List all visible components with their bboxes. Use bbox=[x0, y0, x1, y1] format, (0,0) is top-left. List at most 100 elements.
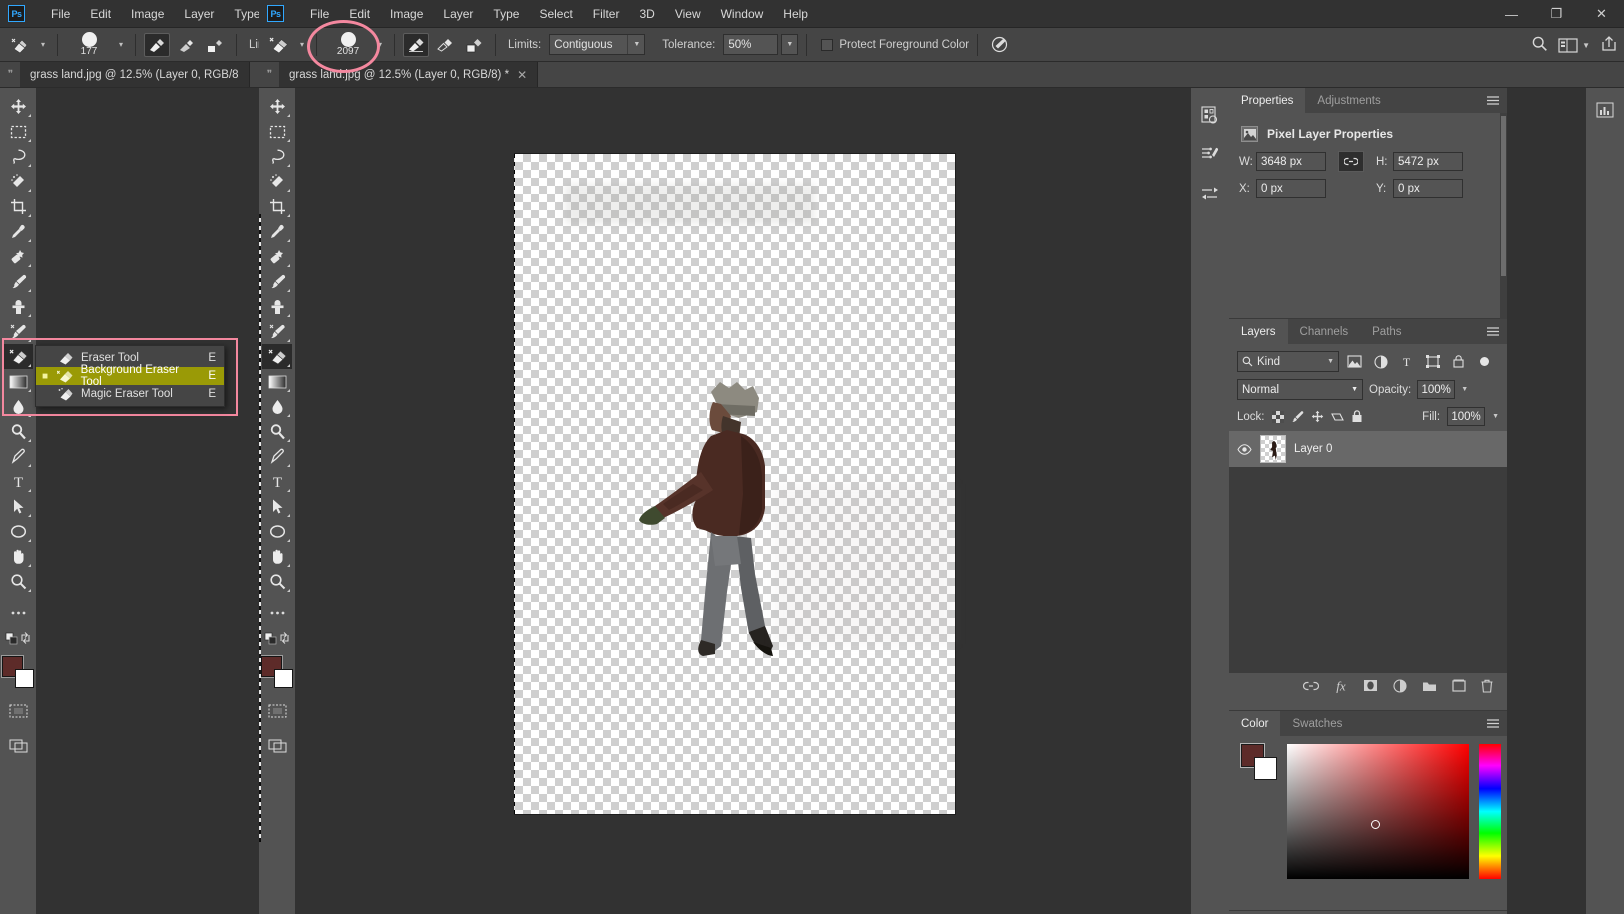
gradient-tool[interactable] bbox=[262, 369, 292, 394]
libraries-icon[interactable] bbox=[1197, 102, 1223, 126]
y-input[interactable]: 0 px bbox=[1393, 179, 1463, 198]
screen-mode-icon[interactable] bbox=[262, 733, 292, 758]
x-input[interactable]: 0 px bbox=[1256, 179, 1326, 198]
link-constrain-icon[interactable] bbox=[1338, 151, 1364, 172]
height-input[interactable]: 5472 px bbox=[1393, 152, 1463, 171]
back-sampling-once-button[interactable] bbox=[173, 33, 199, 57]
close-document-icon[interactable]: ✕ bbox=[517, 68, 527, 82]
color-panel-menu-icon[interactable] bbox=[1486, 711, 1500, 736]
tab-color[interactable]: Color bbox=[1229, 711, 1280, 736]
tab-adjustments[interactable]: Adjustments bbox=[1305, 88, 1392, 113]
layer-kind-filter[interactable]: Kind ▼ bbox=[1237, 351, 1339, 372]
minimize-button[interactable]: — bbox=[1489, 0, 1534, 28]
limits-dropdown[interactable]: Contiguous ▼ bbox=[549, 34, 645, 55]
menu-layer[interactable]: Layer bbox=[433, 3, 483, 25]
layer-visibility-icon[interactable] bbox=[1237, 444, 1252, 455]
protect-foreground-color-row[interactable]: Protect Foreground Color bbox=[821, 39, 969, 51]
pen-tool[interactable] bbox=[262, 444, 292, 469]
filter-shape-icon[interactable] bbox=[1422, 351, 1443, 372]
lasso-tool[interactable] bbox=[3, 144, 33, 169]
tab-swatches[interactable]: Swatches bbox=[1280, 711, 1354, 736]
tab-paths[interactable]: Paths bbox=[1360, 319, 1413, 344]
screen-mode-icon[interactable] bbox=[3, 733, 33, 758]
lock-image-pixels-icon[interactable] bbox=[1291, 410, 1304, 423]
fill-value[interactable]: 100% bbox=[1447, 407, 1485, 426]
brushes-icon[interactable] bbox=[1197, 182, 1223, 206]
menu-help[interactable]: Help bbox=[773, 3, 818, 25]
eyedropper-tool[interactable] bbox=[3, 219, 33, 244]
lock-transparent-pixels-icon[interactable] bbox=[1272, 411, 1284, 423]
properties-panel-menu-icon[interactable] bbox=[1486, 88, 1500, 113]
background-eraser-tool-icon[interactable] bbox=[6, 32, 34, 58]
tolerance-field[interactable]: 50% bbox=[723, 34, 778, 55]
layer-thumbnail[interactable] bbox=[1260, 435, 1286, 463]
width-input[interactable]: 3648 px bbox=[1256, 152, 1326, 171]
background-color-swatch[interactable] bbox=[15, 669, 34, 688]
menu-file[interactable]: File bbox=[300, 3, 339, 25]
zoom-tool[interactable] bbox=[3, 569, 33, 594]
quick-mask-icon[interactable] bbox=[3, 698, 33, 723]
move-tool[interactable] bbox=[262, 94, 292, 119]
back-tool-preset-chevron-icon[interactable]: ▾ bbox=[37, 40, 49, 49]
foreground-background-color-swatches[interactable] bbox=[2, 656, 34, 688]
menu-image[interactable]: Image bbox=[121, 3, 174, 25]
pressure-size-toggle-icon[interactable] bbox=[986, 33, 1012, 57]
tab-properties[interactable]: Properties bbox=[1229, 88, 1305, 113]
lasso-tool[interactable] bbox=[262, 144, 292, 169]
fill-slider-chevron-icon[interactable]: ▼ bbox=[1492, 413, 1499, 420]
path-selection-tool[interactable] bbox=[262, 494, 292, 519]
front-tab-grip[interactable]: ❞ bbox=[259, 62, 279, 87]
tab-layers[interactable]: Layers bbox=[1229, 319, 1288, 344]
menu-filter[interactable]: Filter bbox=[583, 3, 630, 25]
crop-tool[interactable] bbox=[262, 194, 292, 219]
ellipse-tool[interactable] bbox=[3, 519, 33, 544]
hue-strip[interactable] bbox=[1479, 744, 1501, 879]
layer-filter-toggle[interactable] bbox=[1474, 351, 1495, 372]
menu-image[interactable]: Image bbox=[380, 3, 433, 25]
pen-tool[interactable] bbox=[3, 444, 33, 469]
spot-healing-brush-tool[interactable] bbox=[3, 244, 33, 269]
opacity-slider-chevron-icon[interactable]: ▼ bbox=[1461, 386, 1468, 393]
color-ramp-marker[interactable] bbox=[1371, 820, 1380, 829]
close-button[interactable]: ✕ bbox=[1579, 0, 1624, 28]
document-artboard[interactable] bbox=[515, 154, 955, 814]
menu-edit[interactable]: Edit bbox=[80, 3, 121, 25]
back-sampling-continuous-button[interactable] bbox=[144, 33, 170, 57]
maximize-button[interactable]: ❐ bbox=[1534, 0, 1579, 28]
quick-selection-tool[interactable] bbox=[3, 169, 33, 194]
edit-toolbar-more-icon[interactable] bbox=[3, 600, 33, 625]
layer-name[interactable]: Layer 0 bbox=[1294, 443, 1332, 455]
foreground-photoshop-window[interactable]: Ps File Edit Image Layer Type Select Fil… bbox=[259, 0, 1624, 914]
brush-tool[interactable] bbox=[262, 269, 292, 294]
color-background-swatch[interactable] bbox=[1254, 757, 1277, 780]
back-document-tab[interactable]: grass land.jpg @ 12.5% (Layer 0, RGB/8 bbox=[20, 62, 250, 87]
properties-scrollbar[interactable] bbox=[1500, 113, 1507, 319]
link-layers-icon[interactable] bbox=[1303, 680, 1319, 694]
filter-type-icon[interactable]: T bbox=[1396, 351, 1417, 372]
menu-layer[interactable]: Layer bbox=[174, 3, 224, 25]
brush-settings-icon[interactable] bbox=[1197, 142, 1223, 166]
spot-healing-brush-tool[interactable] bbox=[262, 244, 292, 269]
move-tool[interactable] bbox=[3, 94, 33, 119]
brush-size-preview[interactable]: 2097 bbox=[325, 30, 371, 60]
new-layer-icon[interactable] bbox=[1452, 679, 1466, 695]
tolerance-slider-toggle[interactable]: ▼ bbox=[781, 34, 798, 55]
brush-tool[interactable] bbox=[3, 269, 33, 294]
search-icon[interactable] bbox=[1531, 35, 1548, 55]
path-selection-tool[interactable] bbox=[3, 494, 33, 519]
lock-position-icon[interactable] bbox=[1311, 410, 1324, 423]
menu-type[interactable]: Type bbox=[483, 3, 529, 25]
lock-all-icon[interactable] bbox=[1351, 410, 1363, 423]
blend-mode-dropdown[interactable]: Normal ▼ bbox=[1237, 379, 1363, 400]
sampling-background-swatch-button[interactable] bbox=[461, 33, 487, 57]
eyedropper-tool[interactable] bbox=[262, 219, 292, 244]
crop-tool[interactable] bbox=[3, 194, 33, 219]
filter-pixel-icon[interactable] bbox=[1344, 351, 1365, 372]
color-ramp[interactable] bbox=[1287, 744, 1469, 879]
dodge-tool[interactable] bbox=[3, 419, 33, 444]
sampling-continuous-button[interactable] bbox=[403, 33, 429, 57]
filter-smart-object-icon[interactable] bbox=[1448, 351, 1469, 372]
blur-tool[interactable] bbox=[262, 394, 292, 419]
edit-toolbar-more-icon[interactable] bbox=[262, 600, 292, 625]
tab-channels[interactable]: Channels bbox=[1288, 319, 1361, 344]
